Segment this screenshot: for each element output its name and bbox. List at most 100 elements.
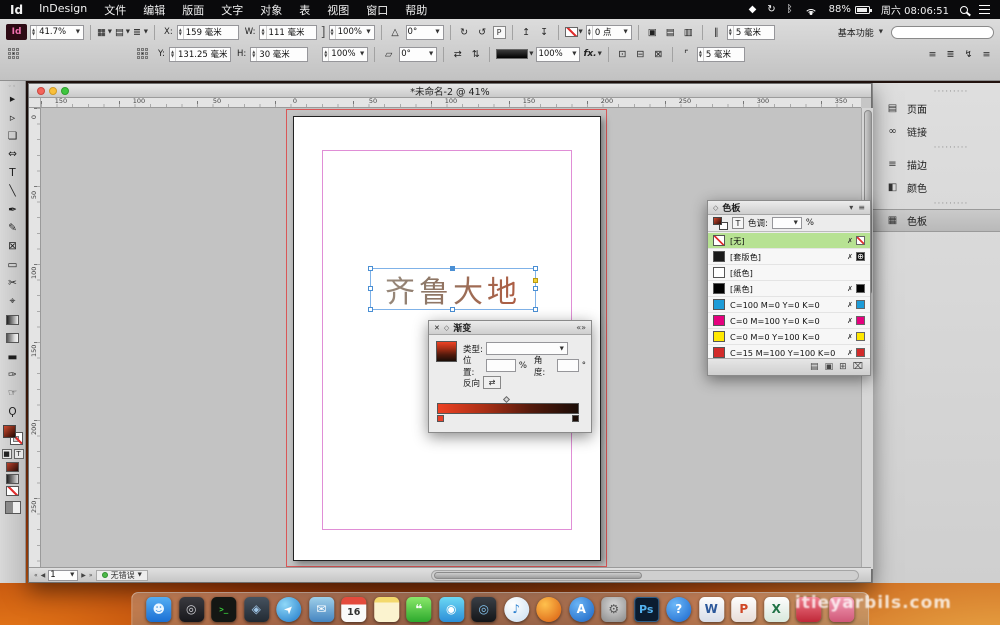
formatting-affects-container-button[interactable]: ■ (2, 449, 12, 459)
type-tool[interactable]: T (1, 164, 25, 182)
frame-handle[interactable] (450, 307, 455, 312)
media-player[interactable]: ◎ (179, 597, 204, 622)
notification-center-icon[interactable] (979, 5, 990, 14)
select-content-button[interactable]: ↧ (537, 25, 552, 40)
sync-icon[interactable]: ↻ (767, 4, 775, 15)
gradient-type-select[interactable]: ▼ (486, 342, 568, 355)
swatch-row[interactable]: C=15 M=100 Y=100 K=0 (708, 345, 870, 358)
angle-field[interactable] (557, 359, 579, 372)
scrollbar-thumb[interactable] (434, 572, 642, 579)
menu-clock[interactable]: 周六 08:06:51 (881, 2, 949, 17)
menu-item[interactable]: 窗口 (366, 2, 388, 18)
gradient-feather-tool[interactable] (1, 329, 25, 347)
app-extra-icon[interactable]: ◆ (749, 4, 757, 15)
chevron-down-icon[interactable]: ▾ (849, 203, 853, 212)
view-options-button[interactable]: ▦▼ (97, 25, 112, 40)
menu-item[interactable]: 文件 (104, 2, 126, 18)
flip-horizontal-button[interactable]: ⇄ (450, 47, 465, 62)
x-field[interactable]: ▲▼159 毫米 (177, 25, 239, 40)
photo-booth[interactable]: ◎ (471, 597, 496, 622)
eyedropper-tool[interactable]: ✑ (1, 366, 25, 384)
bluetooth-icon[interactable]: ᛒ (787, 4, 793, 15)
page-tool[interactable]: ❏ (1, 127, 25, 145)
reverse-gradient-button[interactable]: ⇄ (483, 376, 501, 389)
help-app[interactable]: ? (666, 597, 691, 622)
frame-handle[interactable] (368, 286, 373, 291)
corner-options-handle[interactable] (533, 278, 538, 283)
w-field[interactable]: ▲▼111 毫米 (259, 25, 317, 40)
firefox[interactable] (536, 597, 561, 622)
fill-stroke-proxy[interactable] (713, 217, 728, 230)
rotate-cw-button[interactable]: ↻ (457, 25, 472, 40)
tint-field[interactable]: ▼ (772, 217, 802, 229)
swatch-row[interactable]: C=0 M=0 Y=100 K=0 (708, 329, 870, 345)
menu-item[interactable]: 文字 (221, 2, 243, 18)
facetime[interactable]: ◉ (439, 597, 464, 622)
document-title-bar[interactable]: *未命名-2 @ 41% (29, 84, 871, 98)
constrain-link-icon[interactable]: ] (320, 26, 325, 39)
line-tool[interactable]: ╲ (1, 182, 25, 200)
finder[interactable]: ☻ (146, 597, 171, 622)
terminal[interactable]: >_ (211, 597, 236, 622)
last-page-button[interactable]: » (89, 572, 93, 579)
apply-color-button[interactable] (6, 462, 19, 472)
effects-button[interactable]: fx.▼ (583, 47, 601, 62)
shear-field[interactable]: 0°▼ (399, 47, 437, 62)
menu-item[interactable]: 视图 (327, 2, 349, 18)
dark-utility[interactable]: ◈ (244, 597, 269, 622)
frame-handle[interactable] (368, 307, 373, 312)
pages-grid-icon[interactable] (8, 48, 21, 61)
gradient-ramp[interactable] (437, 403, 579, 414)
gutter-field[interactable]: ▲▼5 毫米 (727, 25, 775, 40)
zoom-field[interactable]: ▲▼ 41.7% ▼ (30, 25, 84, 40)
gradient-midpoint[interactable] (503, 396, 510, 403)
messages[interactable]: ❝ (406, 597, 431, 622)
grid-options-button[interactable]: ▤▼ (115, 25, 130, 40)
frame-handle[interactable] (533, 266, 538, 271)
apply-gradient-button[interactable] (6, 474, 19, 484)
workspace-switcher[interactable]: 基本功能▼ (833, 25, 888, 40)
next-page-button[interactable]: ▶ (81, 572, 86, 579)
swatch-row[interactable]: [黑色] (708, 281, 870, 297)
panel-collapse-icon[interactable]: ◇ (713, 204, 718, 212)
menu-item[interactable]: InDesign (39, 2, 87, 18)
align-center-button[interactable]: ≣ (943, 47, 958, 62)
dock-panel-item[interactable] (873, 199, 1000, 209)
gradient-stop-end[interactable] (572, 415, 579, 422)
system-preferences[interactable]: ⚙ (601, 597, 626, 622)
note-tool[interactable]: ▬ (1, 347, 25, 365)
safari[interactable]: ➤ (276, 597, 301, 622)
screen-mode-button[interactable] (5, 501, 21, 514)
align-left-button[interactable]: ≡ (925, 47, 940, 62)
gradient-panel-title-bar[interactable]: ✕ ◇ 渐变 «» (429, 321, 591, 335)
word[interactable]: W (699, 597, 724, 622)
panel-menu-icon[interactable]: ≡ (979, 47, 994, 62)
menu-item[interactable]: 帮助 (405, 2, 427, 18)
fill-proxy-gradient[interactable] (3, 425, 16, 438)
swatch-row[interactable]: C=100 M=0 Y=0 K=0 (708, 297, 870, 313)
menu-item[interactable]: 编辑 (143, 2, 165, 18)
wrap-jump-button[interactable]: ▥ (681, 25, 696, 40)
text-fill-toggle[interactable]: T (732, 217, 744, 229)
fill-color-button[interactable]: ▼ (496, 47, 533, 62)
h-field[interactable]: ▲▼30 毫米 (250, 47, 308, 62)
formatting-affects-text-button[interactable]: T (14, 449, 24, 459)
zoom-stepper[interactable]: ▲▼ (32, 26, 37, 39)
wrap-none-button[interactable]: ▣ (645, 25, 660, 40)
wrap-around-button[interactable]: ▤ (663, 25, 678, 40)
frame-handle[interactable] (533, 286, 538, 291)
notes[interactable] (374, 597, 399, 622)
wifi-icon[interactable] (804, 5, 818, 15)
collapse-arrows-icon[interactable]: «» (576, 323, 586, 332)
stroke-color-button[interactable]: ▼ (565, 25, 583, 40)
frame-handle[interactable] (450, 266, 455, 271)
battery-indicator[interactable]: 88% (829, 4, 870, 15)
scale-y-field[interactable]: ▲▼100%▼ (322, 47, 368, 62)
close-icon[interactable]: ✕ (434, 324, 440, 332)
minimize-button[interactable] (49, 87, 57, 95)
dock-panel-item[interactable] (873, 143, 1000, 153)
pen-tool[interactable]: ✒ (1, 200, 25, 218)
fill-stroke-widget[interactable] (1, 423, 25, 447)
flip-vertical-button[interactable]: ⇅ (468, 47, 483, 62)
pencil-tool[interactable]: ✎ (1, 219, 25, 237)
